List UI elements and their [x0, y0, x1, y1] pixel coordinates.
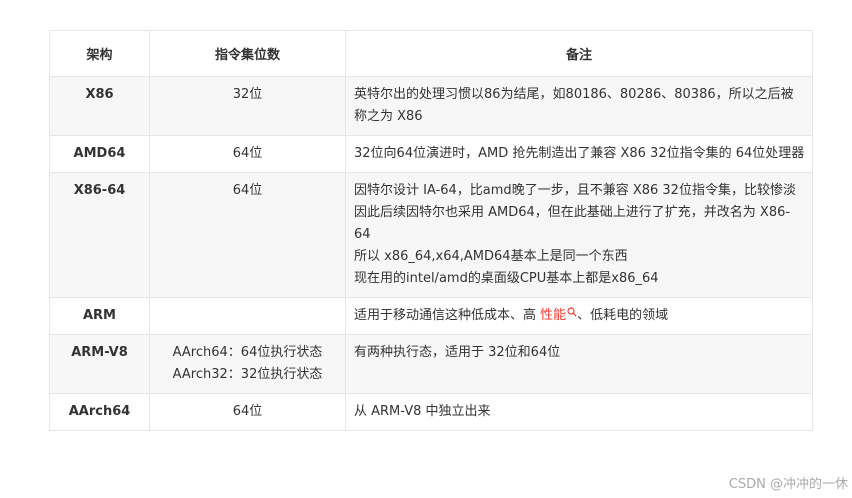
table-row: X86-64 64位 因特尔设计 IA-64，比amd晚了一步，且不兼容 X86… [49, 172, 813, 298]
bits-cell: 64位 [149, 135, 346, 173]
note-cell: 有两种执行态，适用于 32位和64位 [345, 334, 813, 394]
bits-line: AArch64：64位执行状态 [172, 345, 323, 360]
header-bits: 指令集位数 [149, 30, 346, 77]
bits-cell: 64位 [149, 172, 346, 298]
table-row: AArch64 64位 从 ARM-V8 中独立出来 [49, 393, 813, 431]
note-cell: 32位向64位演进时，AMD 抢先制造出了兼容 X86 32位指令集的 64位处… [345, 135, 813, 173]
table-row: X86 32位 英特尔出的处理习惯以86为结尾，如80186、80286、803… [49, 76, 813, 136]
note-cell: 适用于移动通信这种低成本、高 性能 、低耗电的领域 [345, 297, 813, 335]
bits-cell: AArch64：64位执行状态 AArch32：32位执行状态 [149, 334, 346, 394]
arch-cell: AArch64 [49, 393, 150, 431]
performance-link[interactable]: 性能 [540, 308, 566, 323]
arch-cell: AMD64 [49, 135, 150, 173]
note-line: 因特尔设计 IA-64，比amd晚了一步，且不兼容 X86 32位指令集，比较惨… [354, 183, 796, 198]
table-header-row: 架构 指令集位数 备注 [49, 30, 813, 77]
bits-line: AArch32：32位执行状态 [172, 367, 323, 382]
note-line: 现在用的intel/amd的桌面级CPU基本上都是x86_64 [354, 271, 659, 286]
table-row: ARM 适用于移动通信这种低成本、高 性能 、低耗电的领域 [49, 297, 813, 335]
note-cell: 从 ARM-V8 中独立出来 [345, 393, 813, 431]
csdn-watermark: CSDN @冲冲的一休 [728, 477, 848, 492]
arch-cell: ARM [49, 297, 150, 335]
note-cell: 英特尔出的处理习惯以86为结尾，如80186、80286、80386，所以之后被… [345, 76, 813, 136]
arch-cell: X86 [49, 76, 150, 136]
header-notes: 备注 [345, 30, 813, 77]
note-text-prefix: 适用于移动通信这种低成本、高 [354, 308, 541, 323]
arch-cell: ARM-V8 [49, 334, 150, 394]
search-icon[interactable] [567, 307, 577, 317]
note-text-suffix: 、低耗电的领域 [577, 308, 669, 323]
arch-cell: X86-64 [49, 172, 150, 298]
note-line: 所以 x86_64,x64,AMD64基本上是同一个东西 [354, 249, 628, 264]
architecture-table: 架构 指令集位数 备注 X86 32位 英特尔出的处理习惯以86为结尾，如801… [49, 30, 813, 431]
note-cell: 因特尔设计 IA-64，比amd晚了一步，且不兼容 X86 32位指令集，比较惨… [345, 172, 813, 298]
bits-cell [149, 297, 346, 335]
bits-cell: 32位 [149, 76, 346, 136]
table-row: ARM-V8 AArch64：64位执行状态 AArch32：32位执行状态 有… [49, 334, 813, 394]
header-arch: 架构 [49, 30, 150, 77]
bits-cell: 64位 [149, 393, 346, 431]
table-row: AMD64 64位 32位向64位演进时，AMD 抢先制造出了兼容 X86 32… [49, 135, 813, 173]
note-line: 因此后续因特尔也采用 AMD64，但在此基础上进行了扩充，并改名为 X86-64 [354, 205, 791, 242]
